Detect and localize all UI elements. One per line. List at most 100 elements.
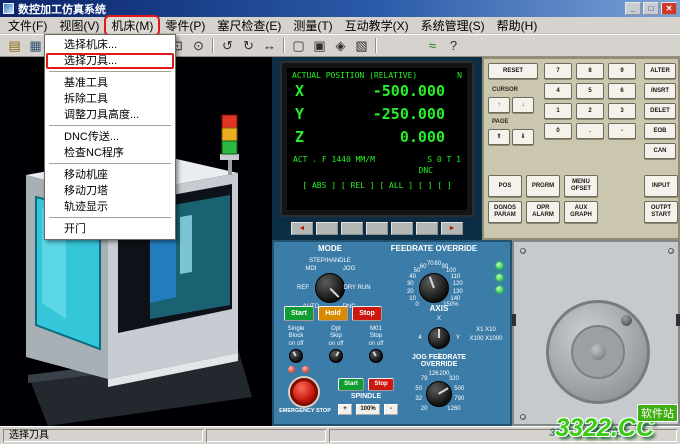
cycle-stop-button[interactable]: Stop bbox=[352, 306, 382, 321]
menu-item-trace-display[interactable]: 轨迹显示 bbox=[46, 199, 174, 215]
toggle-on-off-label: on off bbox=[369, 341, 384, 347]
menu-view[interactable]: 视图(V) bbox=[53, 16, 105, 35]
softkey-arrow[interactable]: ► bbox=[441, 222, 463, 235]
rotate-right-button[interactable]: ↻ bbox=[238, 36, 259, 55]
menu-item-check-nc-program[interactable]: 检查NC程序 bbox=[46, 145, 174, 161]
spindle-start-button[interactable]: Start bbox=[338, 378, 364, 391]
spindle-aux-hundred-button[interactable]: 100% bbox=[356, 404, 380, 415]
key-0[interactable]: 0 bbox=[544, 123, 572, 139]
menu-part[interactable]: 零件(P) bbox=[159, 16, 211, 35]
softkey-button[interactable] bbox=[366, 222, 388, 235]
cycle-start-button[interactable]: Start bbox=[284, 306, 314, 321]
toggle-knob-opt-skip[interactable] bbox=[329, 349, 343, 363]
machine-menu-dropdown: 选择机床...选择刀具... 基准工具拆除工具调整刀具高度... DNC传送...检… bbox=[44, 34, 176, 240]
view-iso-button[interactable]: ◈ bbox=[330, 36, 351, 55]
menu-item-select-tool[interactable]: 选择刀具... bbox=[46, 53, 174, 69]
menu-feeler-check[interactable]: 塞尺检查(E) bbox=[211, 16, 287, 35]
key-page-up[interactable]: ⇑ bbox=[488, 129, 510, 145]
key-9[interactable]: 9 bbox=[608, 63, 636, 79]
maximize-button[interactable]: □ bbox=[643, 2, 659, 15]
menu-item-remove-tool[interactable]: 拆除工具 bbox=[46, 91, 174, 107]
key-eob[interactable]: EOB bbox=[644, 123, 676, 139]
key-pos[interactable]: POS bbox=[488, 175, 522, 197]
key-input[interactable]: INPUT bbox=[644, 175, 678, 197]
key-page-down[interactable]: ⇓ bbox=[512, 129, 534, 145]
key-menu[interactable]: MENU OFSET bbox=[564, 175, 598, 197]
menu-measure[interactable]: 测量(T) bbox=[287, 16, 338, 35]
menu-item-move-turret[interactable]: 移动刀塔 bbox=[46, 183, 174, 199]
menu-item-datum-tool[interactable]: 基准工具 bbox=[46, 75, 174, 91]
pan-button[interactable]: ↔ bbox=[259, 36, 280, 55]
spindle-aux-minus-button[interactable]: - bbox=[384, 404, 398, 415]
key-4[interactable]: 4 bbox=[544, 83, 572, 99]
softkey-button[interactable] bbox=[391, 222, 413, 235]
menu-machine[interactable]: 机床(M) bbox=[105, 16, 159, 35]
key-cursor-down[interactable]: ↓ bbox=[512, 97, 534, 113]
key-output-start[interactable]: OUTPT START bbox=[644, 201, 678, 223]
help-button[interactable]: ? bbox=[443, 36, 464, 55]
menu-item-adjust-tool-height[interactable]: 调整刀具高度... bbox=[46, 107, 174, 123]
knob-scale-label: MDI bbox=[305, 266, 316, 272]
knob-scale-label: 30 bbox=[407, 281, 414, 287]
view-wireframe-button[interactable]: ▧ bbox=[351, 36, 372, 55]
menu-item-open-door[interactable]: 开门 bbox=[46, 221, 174, 237]
menu-item-select-machine[interactable]: 选择机床... bbox=[46, 37, 174, 53]
view-front-button[interactable]: ▢ bbox=[288, 36, 309, 55]
view-top-button[interactable]: ▣ bbox=[309, 36, 330, 55]
trace-path-button[interactable]: ≈ bbox=[422, 36, 443, 55]
key-.[interactable]: . bbox=[576, 123, 604, 139]
select-machine-button[interactable]: ▦ bbox=[25, 36, 46, 55]
key-5[interactable]: 5 bbox=[576, 83, 604, 99]
softkey-button[interactable] bbox=[341, 222, 363, 235]
rotate-left-button[interactable]: ↺ bbox=[217, 36, 238, 55]
spindle-stop-button[interactable]: Stop bbox=[368, 378, 394, 391]
key--[interactable]: - bbox=[608, 123, 636, 139]
key-1[interactable]: 1 bbox=[544, 103, 572, 119]
menu-help[interactable]: 帮助(H) bbox=[491, 16, 544, 35]
panel-screw bbox=[520, 414, 526, 420]
menu-system-admin[interactable]: 系统管理(S) bbox=[415, 16, 491, 35]
crt-softkey-labels: [ ABS ] [ REL ] [ ALL ] [ ] [ ] bbox=[287, 181, 467, 190]
menu-file[interactable]: 文件(F) bbox=[2, 16, 53, 35]
key-6[interactable]: 6 bbox=[608, 83, 636, 99]
close-button[interactable]: ✕ bbox=[661, 2, 677, 15]
mode-selector-knob[interactable] bbox=[315, 273, 345, 303]
knob-scale-label: 50 bbox=[415, 386, 422, 392]
key-reset[interactable]: RESET bbox=[488, 63, 538, 79]
softkey-button[interactable] bbox=[316, 222, 338, 235]
key-delet[interactable]: DELET bbox=[644, 103, 676, 119]
key-aux[interactable]: AUX GRAPH bbox=[564, 201, 598, 223]
handwheel[interactable] bbox=[546, 300, 650, 404]
softkey-button[interactable] bbox=[416, 222, 438, 235]
crt-axes: X-500.000Y-250.000Z0.000 bbox=[287, 82, 467, 151]
key-alter[interactable]: ALTER bbox=[644, 63, 676, 79]
menu-interactive-teaching[interactable]: 互动教学(X) bbox=[339, 16, 415, 35]
cycle-hold-button[interactable]: Hold bbox=[318, 306, 348, 321]
axis-selector-knob[interactable] bbox=[428, 327, 450, 349]
spindle-aux-plus-button[interactable]: + bbox=[338, 404, 352, 415]
key-prgrm[interactable]: PRGRM bbox=[526, 175, 560, 197]
feedrate-override-knob[interactable] bbox=[419, 273, 449, 303]
key-dgnos[interactable]: DGNOS PARAM bbox=[488, 201, 522, 223]
key-8[interactable]: 8 bbox=[576, 63, 604, 79]
open-file-button[interactable]: ▤ bbox=[4, 36, 25, 55]
key-2[interactable]: 2 bbox=[576, 103, 604, 119]
handwheel-handle[interactable] bbox=[621, 315, 632, 326]
toggle-knob-m01-stop[interactable] bbox=[369, 349, 383, 363]
key-cursor-up[interactable]: ↑ bbox=[488, 97, 510, 113]
zoom-fit-button[interactable]: ⊙ bbox=[188, 36, 209, 55]
emergency-stop-button[interactable] bbox=[290, 378, 318, 406]
key-7[interactable]: 7 bbox=[544, 63, 572, 79]
key-3[interactable]: 3 bbox=[608, 103, 636, 119]
knob-scale-label: 130 bbox=[453, 289, 463, 295]
menu-item-move-base[interactable]: 移动机座 bbox=[46, 167, 174, 183]
key-opr[interactable]: OPR ALARM bbox=[526, 201, 560, 223]
softkey-arrow[interactable]: ◄ bbox=[291, 222, 313, 235]
toggle-knob-single-block[interactable] bbox=[289, 349, 303, 363]
minimize-button[interactable]: _ bbox=[625, 2, 641, 15]
key-insrt[interactable]: INSRT bbox=[644, 83, 676, 99]
jog-feedrate-knob[interactable] bbox=[426, 381, 452, 407]
handwheel-hub bbox=[590, 344, 606, 360]
key-can[interactable]: CAN bbox=[644, 143, 676, 159]
menu-item-dnc-transfer[interactable]: DNC传送... bbox=[46, 129, 174, 145]
